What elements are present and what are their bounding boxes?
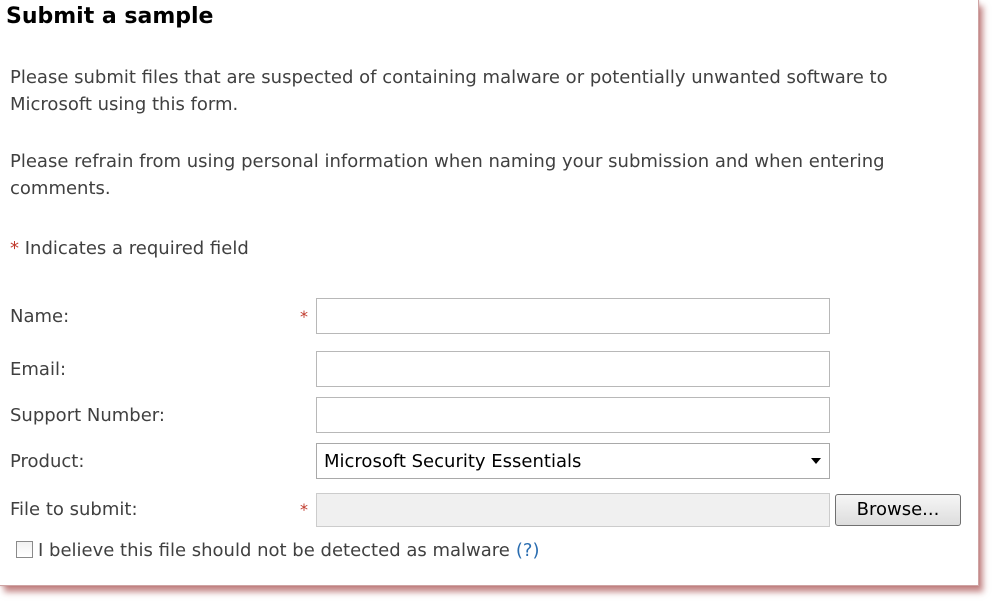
required-field-note: * Indicates a required field (10, 238, 249, 259)
required-note-text: Indicates a required field (19, 238, 249, 259)
file-label: File to submit: (10, 499, 138, 520)
email-input[interactable] (316, 351, 830, 387)
intro-paragraph-2: Please refrain from using personal infor… (10, 151, 885, 199)
support-number-label: Support Number: (10, 405, 165, 426)
false-positive-label[interactable]: I believe this file should not be detect… (38, 540, 510, 561)
submit-sample-panel: Submit a sample Please submit files that… (0, 0, 979, 586)
chevron-down-icon[interactable] (811, 458, 821, 464)
product-select[interactable]: Microsoft Security Essentials (316, 443, 830, 479)
page-title: Submit a sample (6, 4, 214, 29)
file-path-field[interactable] (316, 493, 830, 527)
file-required-asterisk: * (300, 500, 308, 519)
browse-button[interactable]: Browse... (835, 494, 961, 526)
name-required-asterisk: * (300, 307, 308, 326)
product-selected-value: Microsoft Security Essentials (324, 451, 582, 472)
email-label: Email: (10, 359, 67, 380)
required-asterisk: * (10, 238, 19, 259)
name-label: Name: (10, 306, 70, 327)
product-label: Product: (10, 451, 85, 472)
false-positive-row: I believe this file should not be detect… (16, 540, 539, 561)
name-input[interactable] (316, 298, 830, 334)
false-positive-checkbox[interactable] (16, 541, 33, 558)
intro-paragraph-1: Please submit files that are suspected o… (10, 67, 888, 115)
support-number-input[interactable] (316, 397, 830, 433)
help-link[interactable]: (?) (516, 540, 540, 561)
